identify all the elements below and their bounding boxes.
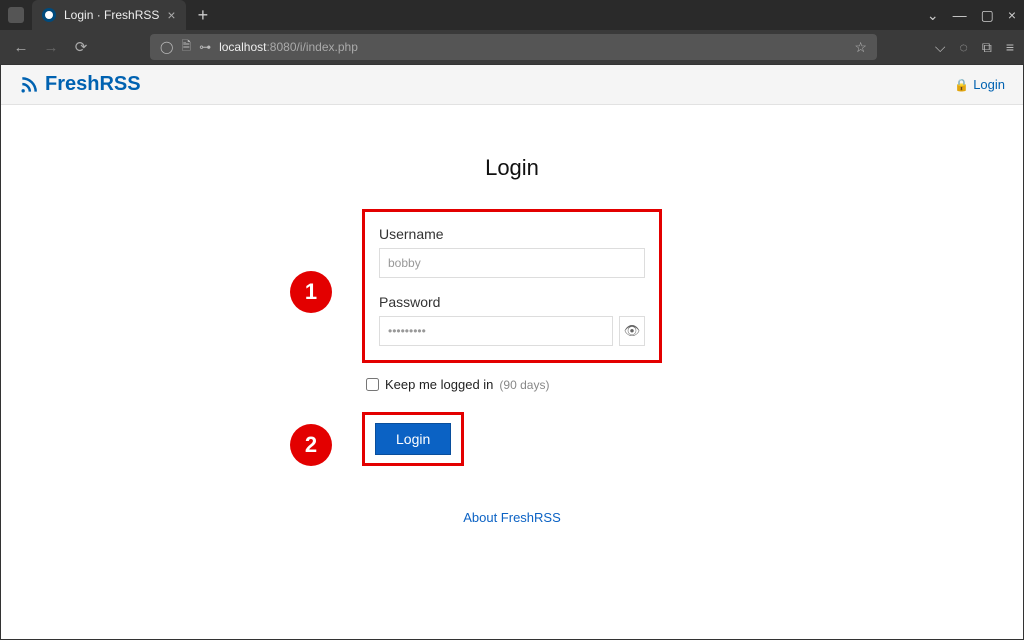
page: FreshRSS 🔒 Login Login 1 2 Username Pass… xyxy=(0,64,1024,640)
login-form: 1 2 Username Password 👁 Keep me logged i… xyxy=(362,209,662,525)
username-label: Username xyxy=(379,226,645,242)
pocket-icon[interactable]: ⌵ xyxy=(935,39,946,56)
keep-logged-in-checkbox[interactable] xyxy=(366,378,379,391)
brand[interactable]: FreshRSS xyxy=(19,73,141,96)
keep-logged-in-sub: (90 days) xyxy=(499,378,549,392)
tab-favicon-icon xyxy=(42,8,56,22)
password-label: Password xyxy=(379,294,645,310)
window-close-icon[interactable]: × xyxy=(1008,7,1016,23)
username-input[interactable] xyxy=(379,248,645,278)
credentials-highlight-box: Username Password 👁 xyxy=(362,209,662,363)
browser-tab[interactable]: Login · FreshRSS × xyxy=(32,0,186,30)
about-link[interactable]: About FreshRSS xyxy=(362,510,662,525)
account-icon[interactable]: ◌ xyxy=(960,39,968,55)
page-title: Login xyxy=(1,155,1023,181)
header-login-link[interactable]: 🔒 Login xyxy=(954,77,1005,92)
app-menu-icon[interactable] xyxy=(8,7,24,23)
annotation-badge-1: 1 xyxy=(290,271,332,313)
nav-back-icon[interactable]: ← xyxy=(10,39,32,56)
new-tab-button[interactable]: + xyxy=(186,5,221,26)
tab-close-icon[interactable]: × xyxy=(167,7,175,23)
window-titlebar: Login · FreshRSS × + ⌄ — ▢ × xyxy=(0,0,1024,30)
annotation-badge-2: 2 xyxy=(290,424,332,466)
toggle-password-visibility-button[interactable]: 👁 xyxy=(619,316,645,346)
password-input[interactable] xyxy=(379,316,613,346)
brand-text: FreshRSS xyxy=(45,73,141,96)
rss-icon xyxy=(19,75,39,95)
menu-icon[interactable]: ≡ xyxy=(1006,39,1014,55)
tab-title: Login · FreshRSS xyxy=(64,8,159,22)
browser-nav-toolbar: ← → ⟳ ◯ 🗎 ⊶ localhost:8080/i/index.php ☆… xyxy=(0,30,1024,64)
shield-icon[interactable]: ◯ xyxy=(160,40,173,54)
app-header: FreshRSS 🔒 Login xyxy=(1,65,1023,105)
window-minimize-icon[interactable]: — xyxy=(953,7,967,23)
keep-logged-in-row: Keep me logged in (90 days) xyxy=(362,377,662,392)
submit-highlight-box: Login xyxy=(362,412,464,466)
header-login-label: Login xyxy=(973,77,1005,92)
eye-icon: 👁 xyxy=(624,323,641,339)
nav-forward-icon: → xyxy=(40,39,62,56)
bookmark-star-icon[interactable]: ☆ xyxy=(854,39,867,56)
keep-logged-in-label: Keep me logged in xyxy=(385,377,493,392)
site-info-icon[interactable]: 🗎 xyxy=(181,37,191,58)
url-bar[interactable]: ◯ 🗎 ⊶ localhost:8080/i/index.php ☆ xyxy=(150,34,877,60)
nav-reload-icon[interactable]: ⟳ xyxy=(70,38,92,56)
window-maximize-icon[interactable]: ▢ xyxy=(981,7,994,24)
login-button[interactable]: Login xyxy=(375,423,451,455)
main-content: Login 1 2 Username Password 👁 Keep me lo… xyxy=(1,105,1023,525)
lock-icon: 🔒 xyxy=(954,78,969,92)
key-icon[interactable]: ⊶ xyxy=(199,40,211,54)
url-text: localhost:8080/i/index.php xyxy=(219,40,358,54)
extensions-icon[interactable]: ⧉ xyxy=(982,39,992,56)
window-chevron-icon[interactable]: ⌄ xyxy=(927,7,939,24)
